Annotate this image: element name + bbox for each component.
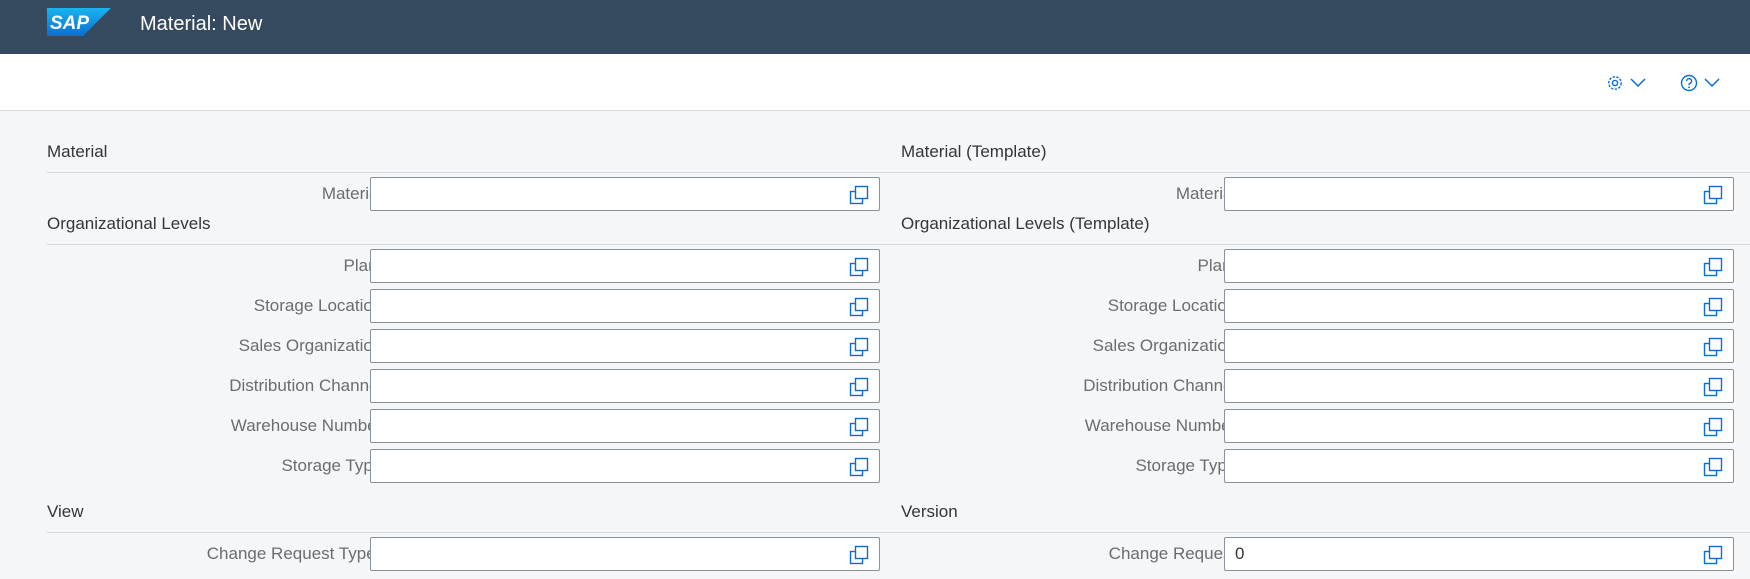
change-request-type-label: Change Request Type:: [206, 544, 381, 563]
form-content: Material Material: Organizational Levels…: [0, 111, 1750, 579]
template-storage-location-input[interactable]: [1225, 290, 1685, 322]
field-row-template-material: Material:: [901, 177, 1750, 211]
template-sales-organization-input[interactable]: [1225, 330, 1685, 362]
shell-bar: SAP Material: New: [0, 0, 1750, 54]
change-request-input[interactable]: [1225, 538, 1685, 570]
value-help-icon[interactable]: [1703, 377, 1723, 397]
help-icon: [1680, 74, 1698, 92]
field-row-warehouse-number: Warehouse Number:: [47, 409, 927, 443]
divider: [901, 532, 1750, 533]
divider: [47, 244, 927, 245]
template-distribution-channel-input[interactable]: [1225, 370, 1685, 402]
field-label: Distribution Channel:: [229, 376, 387, 395]
divider: [901, 244, 1750, 245]
app-title: Material: New: [140, 13, 263, 35]
plant-input[interactable]: [371, 250, 831, 282]
value-help-icon[interactable]: [849, 457, 869, 477]
sap-logo[interactable]: SAP: [47, 8, 111, 36]
template-warehouse-number-input[interactable]: [1225, 410, 1685, 442]
value-help-icon[interactable]: [1703, 185, 1723, 205]
template-plant-input[interactable]: [1225, 250, 1685, 282]
warehouse-number-field[interactable]: [370, 409, 880, 443]
field-row-template-warehouse-number: Warehouse Number:: [901, 409, 1750, 443]
value-help-icon[interactable]: [849, 297, 869, 317]
plant-field[interactable]: [370, 249, 880, 283]
field-row-storage-type: Storage Type:: [47, 449, 927, 483]
warehouse-number-input[interactable]: [371, 410, 831, 442]
value-help-icon[interactable]: [1703, 457, 1723, 477]
field-label: Sales Organization:: [238, 336, 387, 355]
material-field[interactable]: [370, 177, 880, 211]
template-storage-type-field[interactable]: [1224, 449, 1734, 483]
value-help-icon[interactable]: [849, 185, 869, 205]
group-title-version: Version: [901, 502, 958, 521]
field-label: Change Request:: [1108, 544, 1241, 563]
distribution-channel-input[interactable]: [371, 370, 831, 402]
value-help-icon[interactable]: [1703, 297, 1723, 317]
value-help-icon[interactable]: [849, 377, 869, 397]
field-row-template-storage-location: Storage Location:: [901, 289, 1750, 323]
chevron-down-icon: [1630, 78, 1646, 88]
template-sales-organization-field[interactable]: [1224, 329, 1734, 363]
template-plant-field[interactable]: [1224, 249, 1734, 283]
group-title-material: Material: [47, 142, 108, 161]
chevron-down-icon: [1704, 78, 1720, 88]
divider: [47, 532, 927, 533]
field-label: Warehouse Number:: [230, 416, 387, 435]
template-distribution-channel-field[interactable]: [1224, 369, 1734, 403]
group-title-view: View: [47, 502, 84, 521]
distribution-channel-field[interactable]: [370, 369, 880, 403]
field-row-plant: Plant:: [47, 249, 927, 283]
toolbar: [0, 54, 1750, 111]
value-help-icon[interactable]: [849, 257, 869, 277]
help-menu-button[interactable]: [1680, 72, 1720, 94]
template-storage-type-input[interactable]: [1225, 450, 1685, 482]
value-help-icon[interactable]: [1703, 417, 1723, 437]
field-label: Sales Organization:: [1092, 336, 1241, 355]
value-help-icon[interactable]: [1703, 545, 1723, 565]
field-row-sales-organization: Sales Organization:: [47, 329, 927, 363]
field-row-template-sales-organization: Sales Organization:: [901, 329, 1750, 363]
divider: [901, 172, 1750, 173]
field-row-material: Material:: [47, 177, 927, 211]
field-row-change-request-type: Change Request Type:*: [47, 537, 927, 571]
field-row-template-storage-type: Storage Type:: [901, 449, 1750, 483]
storage-type-field[interactable]: [370, 449, 880, 483]
group-title-material-template: Material (Template): [901, 142, 1047, 161]
storage-type-input[interactable]: [371, 450, 831, 482]
storage-location-input[interactable]: [371, 290, 831, 322]
svg-text:SAP: SAP: [50, 13, 89, 34]
field-label: Storage Location:: [1107, 296, 1241, 315]
field-label: Warehouse Number:: [1084, 416, 1241, 435]
field-label: Change Request Type:*: [207, 537, 387, 571]
divider: [47, 172, 927, 173]
gear-icon: [1608, 76, 1622, 90]
value-help-icon[interactable]: [849, 337, 869, 357]
field-label: Distribution Channel:: [1083, 376, 1241, 395]
value-help-icon[interactable]: [1703, 337, 1723, 357]
value-help-icon[interactable]: [849, 417, 869, 437]
field-row-storage-location: Storage Location:: [47, 289, 927, 323]
material-input[interactable]: [371, 178, 831, 210]
field-row-change-request: Change Request:: [901, 537, 1750, 571]
value-help-icon[interactable]: [849, 545, 869, 565]
value-help-icon[interactable]: [1703, 257, 1723, 277]
storage-location-field[interactable]: [370, 289, 880, 323]
change-request-type-field[interactable]: [370, 537, 880, 571]
sales-organization-input[interactable]: [371, 330, 831, 362]
change-request-type-input[interactable]: [371, 538, 831, 570]
change-request-field[interactable]: [1224, 537, 1734, 571]
template-material-input[interactable]: [1225, 178, 1685, 210]
field-row-template-plant: Plant:: [901, 249, 1750, 283]
field-row-template-distribution-channel: Distribution Channel:: [901, 369, 1750, 403]
field-label: Storage Location:: [253, 296, 387, 315]
template-material-field[interactable]: [1224, 177, 1734, 211]
group-title-org-levels: Organizational Levels: [47, 214, 211, 233]
group-title-org-levels-template: Organizational Levels (Template): [901, 214, 1150, 233]
settings-menu-button[interactable]: [1606, 72, 1646, 94]
field-row-distribution-channel: Distribution Channel:: [47, 369, 927, 403]
template-storage-location-field[interactable]: [1224, 289, 1734, 323]
sales-organization-field[interactable]: [370, 329, 880, 363]
template-warehouse-number-field[interactable]: [1224, 409, 1734, 443]
